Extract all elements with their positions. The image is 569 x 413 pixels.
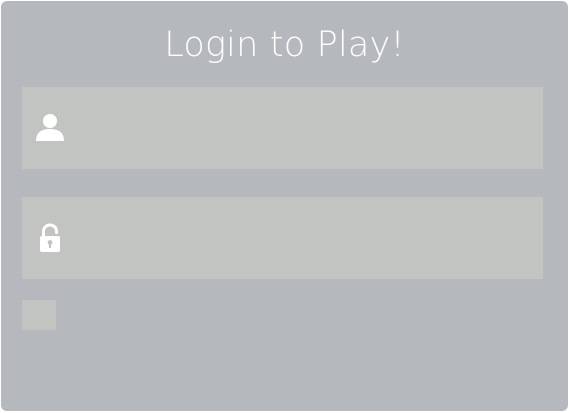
password-input[interactable]	[82, 197, 532, 279]
username-field[interactable]	[22, 87, 543, 169]
remember-checkbox[interactable]	[22, 300, 56, 330]
login-panel: Login to Play!	[1, 1, 568, 411]
lock-icon	[40, 223, 60, 252]
user-icon	[36, 114, 64, 141]
password-field[interactable]	[22, 197, 543, 279]
username-input[interactable]	[82, 87, 532, 169]
login-title: Login to Play!	[164, 25, 405, 65]
